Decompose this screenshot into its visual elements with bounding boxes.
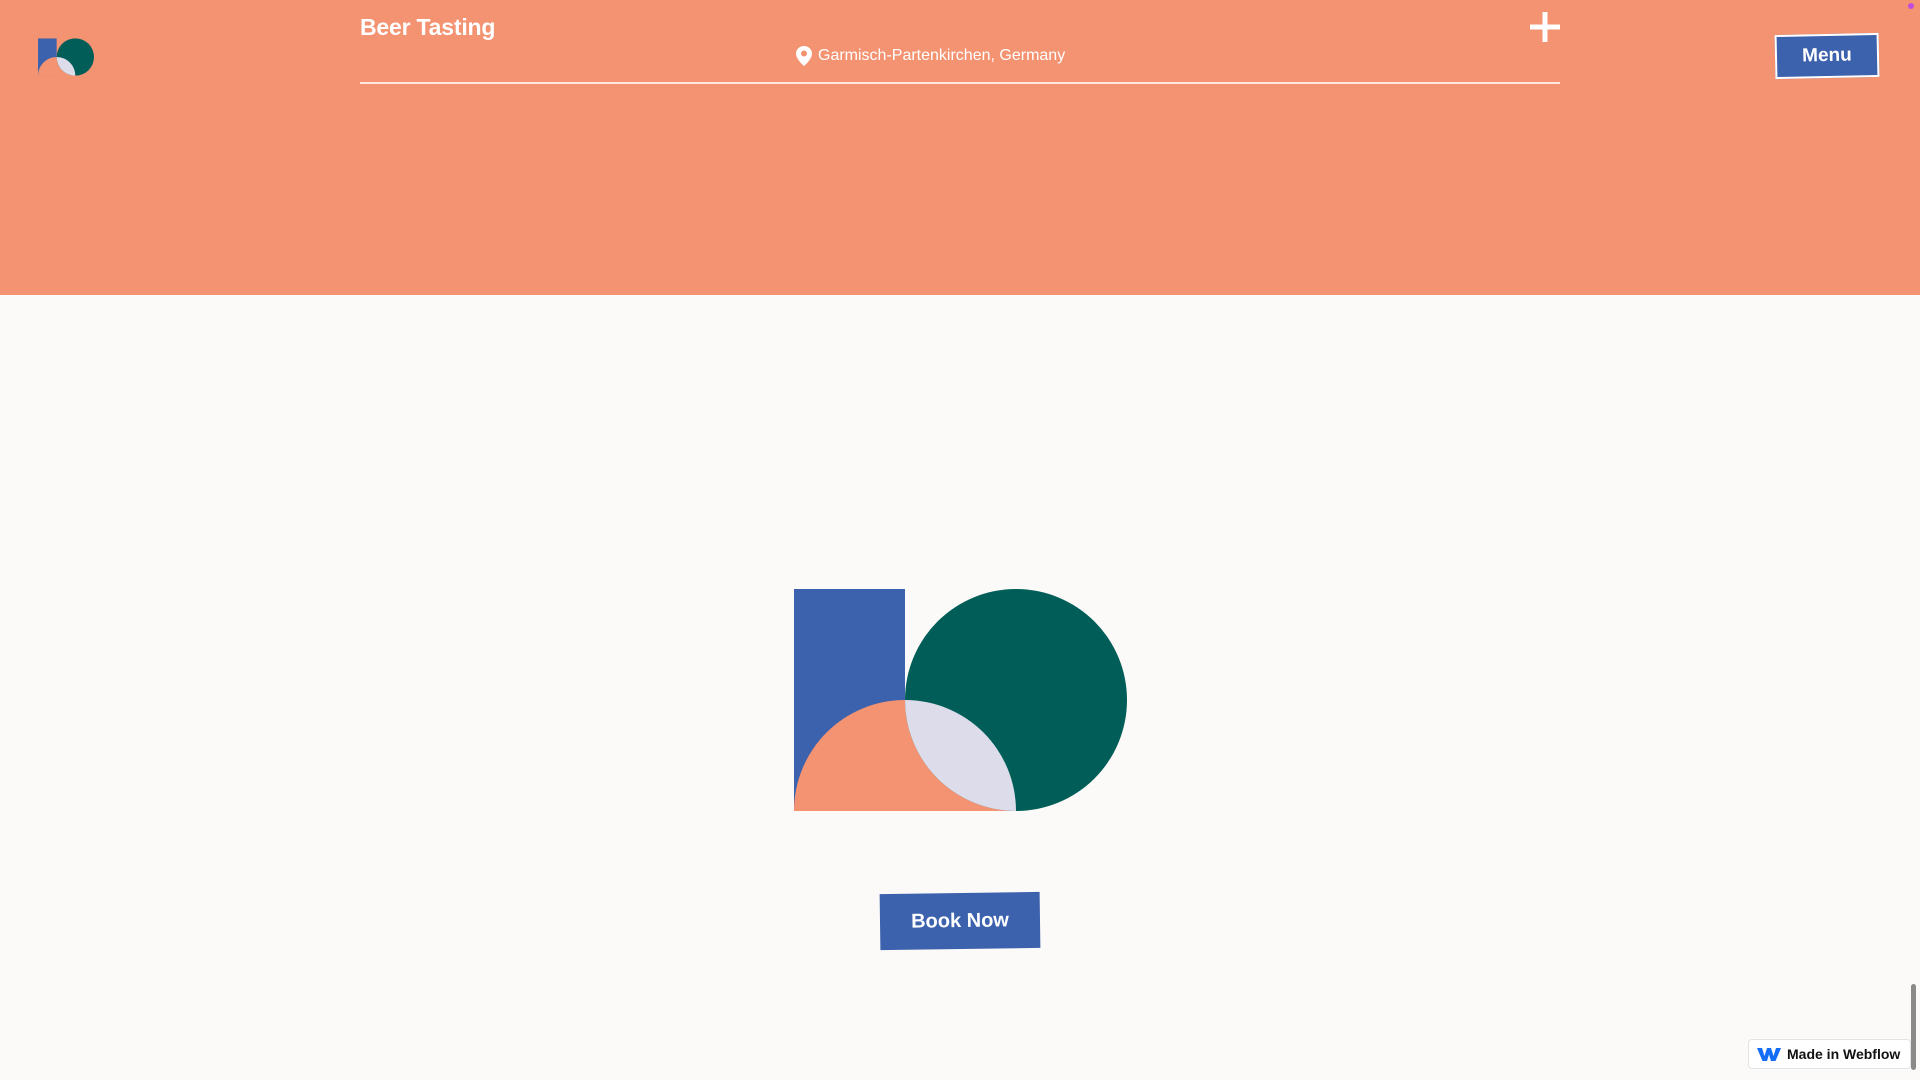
hero-banner [0, 0, 1920, 295]
brand-logo-icon[interactable] [38, 38, 94, 76]
location: Garmisch-Partenkirchen, Germany [796, 46, 1065, 66]
made-in-webflow-badge[interactable]: Made in Webflow [1748, 1039, 1912, 1069]
plus-icon[interactable] [1530, 12, 1560, 42]
menu-button[interactable]: Menu [1774, 32, 1880, 80]
location-text: Garmisch-Partenkirchen, Germany [818, 47, 1066, 64]
header-divider [360, 82, 1560, 84]
made-in-webflow-label: Made in Webflow [1787, 1046, 1901, 1062]
webflow-logo-icon [1757, 1047, 1781, 1061]
book-now-button[interactable]: Book Now [879, 891, 1041, 951]
map-pin-icon [796, 46, 812, 66]
brand-logo-large-icon [794, 589, 1127, 811]
corner-indicator [1908, 3, 1914, 9]
item-title: Beer Tasting [360, 14, 496, 40]
page: Beer Tasting Garmisch-Partenkirchen, Ger… [0, 0, 1920, 1080]
scrollbar-thumb[interactable] [1911, 984, 1916, 1070]
